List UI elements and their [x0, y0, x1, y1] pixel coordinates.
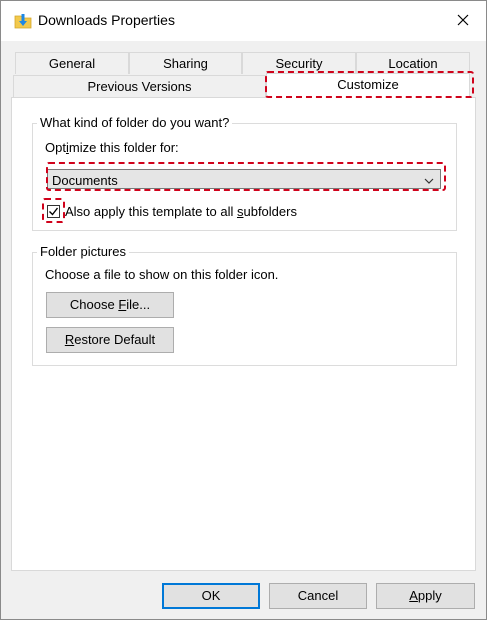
tab-label: Previous Versions [87, 79, 192, 94]
window-title: Downloads Properties [38, 12, 175, 28]
tab-general[interactable]: General [15, 52, 129, 74]
apply-subfolders-label: Also apply this template to all subfolde… [65, 204, 297, 219]
tab-label: Security [275, 56, 323, 71]
button-label-part: ile... [126, 297, 151, 312]
tab-location[interactable]: Location [356, 52, 470, 74]
tab-label: General [48, 56, 96, 71]
apply-subfolders-checkbox[interactable] [47, 205, 60, 218]
button-label-part: estore Default [74, 332, 156, 347]
optimize-folder-value: Documents [52, 173, 118, 188]
customize-panel: What kind of folder do you want? Optimiz… [11, 97, 476, 571]
button-label-mnemonic: A [409, 588, 418, 603]
button-label-part: pply [417, 588, 442, 603]
tab-sharing[interactable]: Sharing [129, 52, 242, 74]
choose-file-button[interactable]: Choose File... [46, 292, 174, 318]
ok-button[interactable]: OK [162, 583, 260, 609]
tab-label: Sharing [163, 56, 208, 71]
title-bar: Downloads Properties [1, 1, 486, 41]
folder-pictures-description: Choose a file to show on this folder ico… [45, 267, 279, 282]
optimize-label-part: mize this folder for: [68, 140, 179, 155]
optimize-folder-select[interactable]: Documents [47, 169, 441, 189]
folder-pictures-group-title: Folder pictures [37, 244, 129, 259]
downloads-folder-icon [14, 12, 32, 30]
button-label: Cancel [297, 588, 339, 603]
tab-label: Location [388, 56, 438, 71]
apply-button[interactable]: Apply [376, 583, 475, 609]
apply-label-part: ubfolders [243, 204, 297, 219]
close-button[interactable] [440, 1, 486, 41]
button-label: OK [201, 588, 221, 603]
button-label-part: Choose [69, 297, 119, 312]
properties-dialog: Downloads Properties General Sharing Sec… [0, 0, 487, 620]
optimize-label: Optimize this folder for: [45, 140, 179, 155]
tab-previous-versions[interactable]: Previous Versions [13, 75, 266, 98]
close-icon [457, 14, 469, 29]
button-label-mnemonic: R [64, 332, 75, 347]
optimize-label-part: Opt [45, 140, 66, 155]
apply-label-part: Also apply this template to all [65, 204, 237, 219]
tab-customize[interactable]: Customize [266, 73, 470, 98]
tab-security[interactable]: Security [242, 52, 356, 74]
restore-default-button[interactable]: Restore Default [46, 327, 174, 353]
tab-label: Customize [337, 77, 399, 92]
folder-type-group-title: What kind of folder do you want? [37, 115, 233, 130]
cancel-button[interactable]: Cancel [269, 583, 367, 609]
chevron-down-icon [424, 174, 434, 184]
